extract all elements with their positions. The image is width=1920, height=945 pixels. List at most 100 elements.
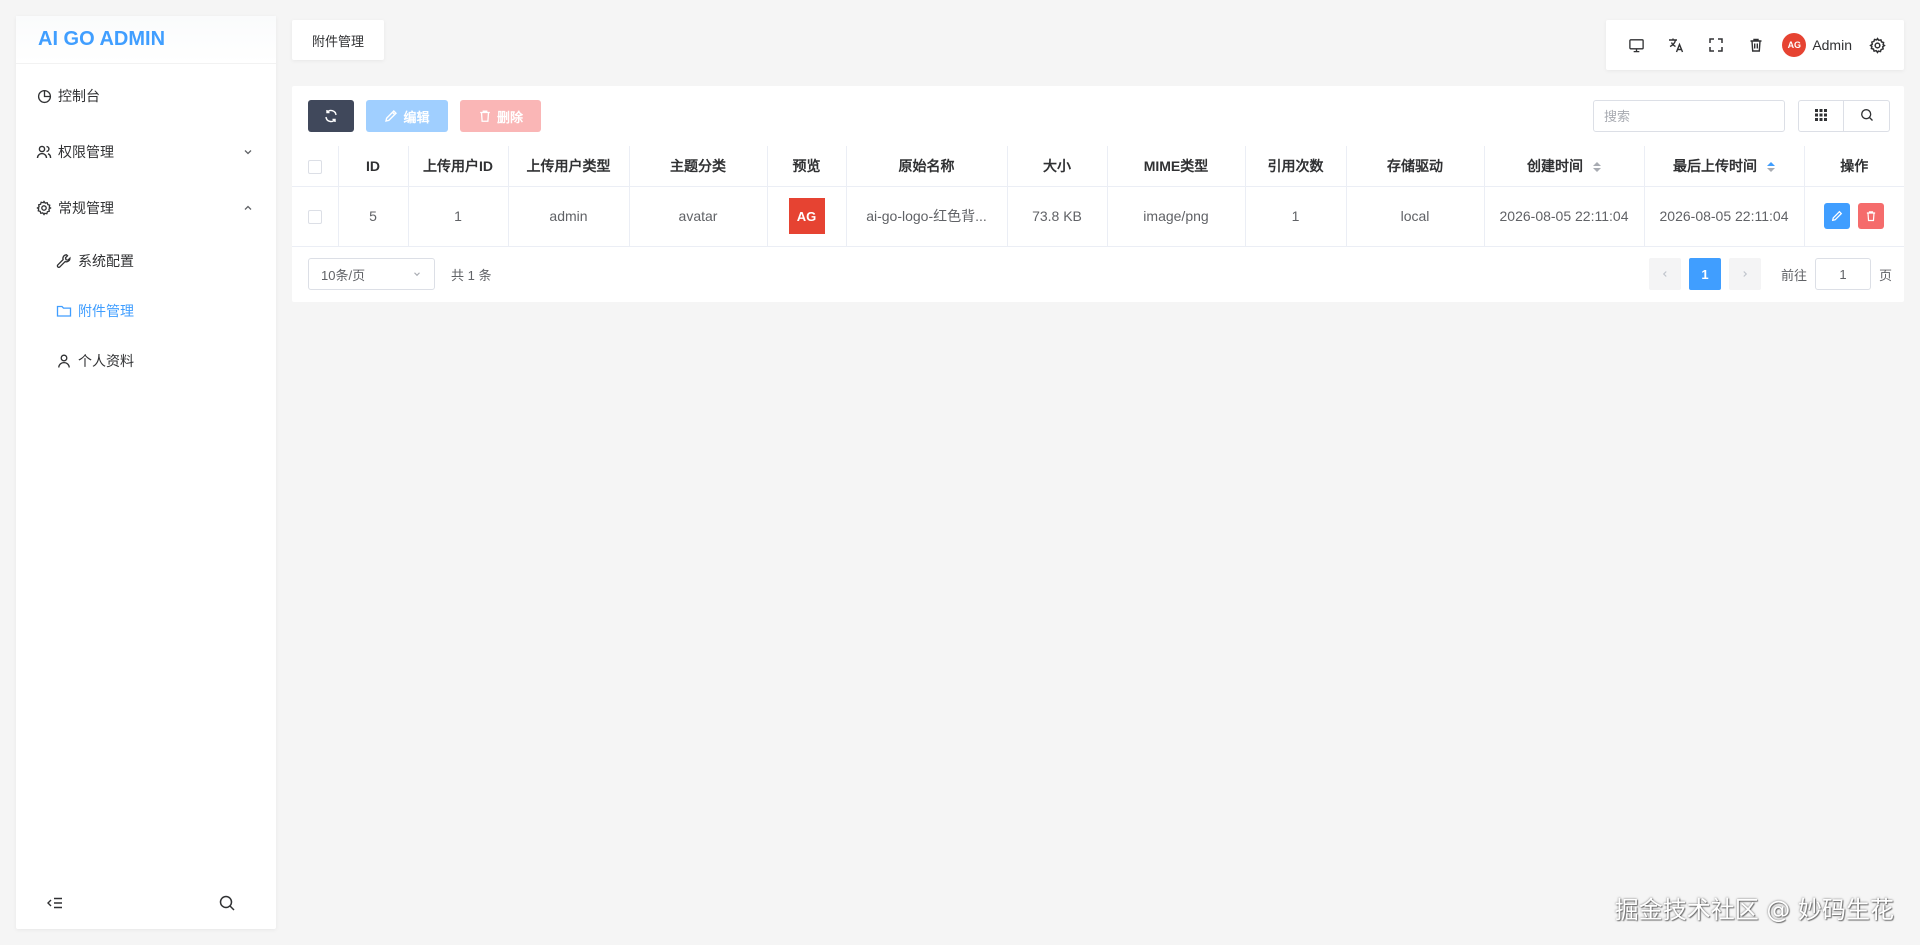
edit-button-label: 编辑 [403,109,430,125]
next-page-button[interactable] [1728,258,1761,290]
refresh-button[interactable] [308,100,354,132]
folder-icon [56,303,72,319]
table-header-row: ID 上传用户ID 上传用户类型 主题分类 预览 原始名称 大小 MIME类型 … [292,146,1904,187]
column-header: 原始名称 [846,146,1008,187]
cell-name: ai-go-logo-红色背... [846,186,1008,247]
sidebar-menu: 控制台 权限管理 常规管理 系统配置 附件管理 个人资料 [16,64,276,386]
sidebar-item-label: 附件管理 [78,303,134,319]
cell-id: 5 [338,186,409,247]
attachments-card: 编辑 删除 ID 上传用户ID [292,86,1904,302]
user-menu[interactable]: AG Admin [1776,25,1860,65]
column-header-updated[interactable]: 最后上传时间 [1644,146,1805,187]
page-number-button[interactable]: 1 [1688,258,1721,290]
refresh-icon [324,109,338,123]
column-header: 主题分类 [629,146,768,187]
monitor-icon[interactable] [1616,25,1656,65]
pagination-left: 10条/页 共 1 条 [308,258,491,290]
sidebar-item-attachments[interactable]: 附件管理 [16,286,276,336]
column-header: 引用次数 [1245,146,1347,187]
column-header-created[interactable]: 创建时间 [1484,146,1645,187]
cell-driver: local [1346,186,1485,247]
sidebar-item-general[interactable]: 常规管理 [16,180,276,236]
column-header: 上传用户类型 [508,146,630,187]
row-checkbox[interactable] [307,210,322,225]
goto-page-input[interactable] [1814,258,1871,290]
trash-icon [478,109,492,123]
watermark: 掘金技术社区 @ 妙码生花 [1614,896,1894,924]
goto-label: 前往 [1780,267,1807,283]
settings-gear-icon[interactable] [1860,25,1894,65]
search-toggle-button[interactable] [1844,100,1890,132]
goto-suffix: 页 [1878,267,1892,283]
search-input[interactable] [1593,100,1785,132]
prev-page-button[interactable] [1648,258,1681,290]
search-icon[interactable] [218,894,236,915]
table-actions: 编辑 删除 [308,100,541,132]
cell-size: 73.8 KB [1007,186,1108,247]
cell-mime: image/png [1107,186,1246,247]
sort-icon[interactable] [1766,162,1775,173]
view-toggle [1798,100,1890,132]
avatar: AG [1782,33,1807,57]
sidebar-item-dashboard[interactable]: 控制台 [16,68,276,124]
user-icon [56,353,72,369]
user-name: Admin [1812,37,1852,53]
sidebar-item-label: 系统配置 [78,253,134,269]
collapse-menu-icon[interactable] [46,894,64,915]
sidebar-item-profile[interactable]: 个人资料 [16,336,276,386]
grid-icon [1815,108,1827,124]
column-header: 存储驱动 [1346,146,1485,187]
column-header: 大小 [1007,146,1108,187]
gear-icon [36,200,52,216]
select-all-checkbox[interactable] [307,159,322,174]
column-header-label: 最后上传时间 [1673,157,1758,174]
app-logo[interactable]: AI GO ADMIN [16,16,276,64]
page-size-select[interactable]: 10条/页 [308,258,435,290]
cell-refs: 1 [1245,186,1347,247]
pie-chart-icon [36,88,52,104]
users-icon [36,144,52,160]
column-header-label: 创建时间 [1527,157,1584,174]
trash-icon[interactable] [1736,25,1776,65]
row-delete-button[interactable] [1858,203,1885,229]
delete-button[interactable]: 删除 [460,100,541,132]
column-header: 预览 [767,146,847,187]
sidebar-item-label: 权限管理 [58,144,114,160]
column-header: 操作 [1804,146,1904,187]
total-count: 共 1 条 [451,267,492,283]
page-size-value: 10条/页 [321,267,366,283]
cell-user-id: 1 [408,186,509,247]
row-select-cell [292,186,339,247]
cell-created: 2026-08-05 22:11:04 [1484,186,1645,247]
sidebar-item-permissions[interactable]: 权限管理 [16,124,276,180]
attachments-table: ID 上传用户ID 上传用户类型 主题分类 预览 原始名称 大小 MIME类型 … [292,146,1904,247]
sidebar-item-system-config[interactable]: 系统配置 [16,236,276,286]
sidebar-footer [16,879,276,929]
chevron-down-icon [242,146,254,158]
select-all-cell [292,146,339,187]
translate-icon[interactable] [1656,25,1696,65]
cell-preview: AG [767,186,847,247]
cell-actions [1804,186,1904,247]
tab-attachments[interactable]: 附件管理 [292,20,385,60]
sidebar-item-label: 常规管理 [58,200,114,216]
row-edit-button[interactable] [1824,203,1851,229]
table-row[interactable]: 5 1 admin avatar AG ai-go-logo-红色背... 73… [292,186,1904,247]
pagination-right: 1 前往 页 [1648,258,1892,290]
column-header: ID [338,146,409,187]
sidebar-item-label: 控制台 [58,88,100,104]
preview-thumbnail[interactable]: AG [788,198,825,234]
fullscreen-icon[interactable] [1696,25,1736,65]
edit-button[interactable]: 编辑 [366,100,448,132]
cell-topic: avatar [629,186,768,247]
grid-view-button[interactable] [1798,100,1844,132]
chevron-up-icon [242,202,254,214]
column-header: MIME类型 [1107,146,1246,187]
pencil-icon [384,109,398,123]
sort-icon[interactable] [1592,162,1601,173]
cell-updated: 2026-08-05 22:11:04 [1644,186,1805,247]
column-header: 上传用户ID [408,146,509,187]
search-icon [1860,108,1874,125]
header-toolbar: AG Admin [1606,20,1904,70]
wrench-icon [56,253,72,269]
